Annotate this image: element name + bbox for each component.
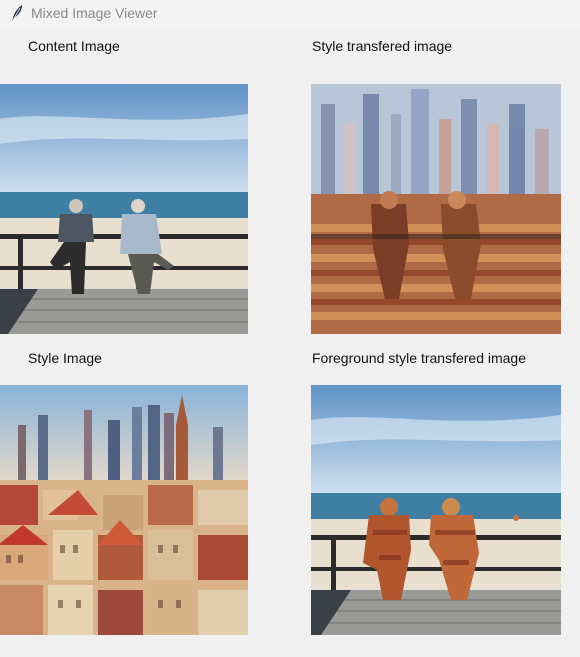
style-transfered-image-label: Style transfered image — [312, 38, 453, 54]
content-image-label: Content Image — [28, 38, 120, 54]
style-image — [0, 385, 248, 635]
window-title: Mixed Image Viewer — [31, 5, 158, 21]
feather-icon — [8, 3, 26, 23]
style-transfered-image — [311, 84, 561, 334]
style-image-label: Style Image — [28, 350, 102, 366]
title-bar[interactable]: Mixed Image Viewer — [0, 0, 580, 28]
foreground-style-transfered-image — [311, 385, 561, 635]
foreground-style-transfered-image-label: Foreground style transfered image — [312, 350, 526, 366]
content-image — [0, 84, 248, 334]
